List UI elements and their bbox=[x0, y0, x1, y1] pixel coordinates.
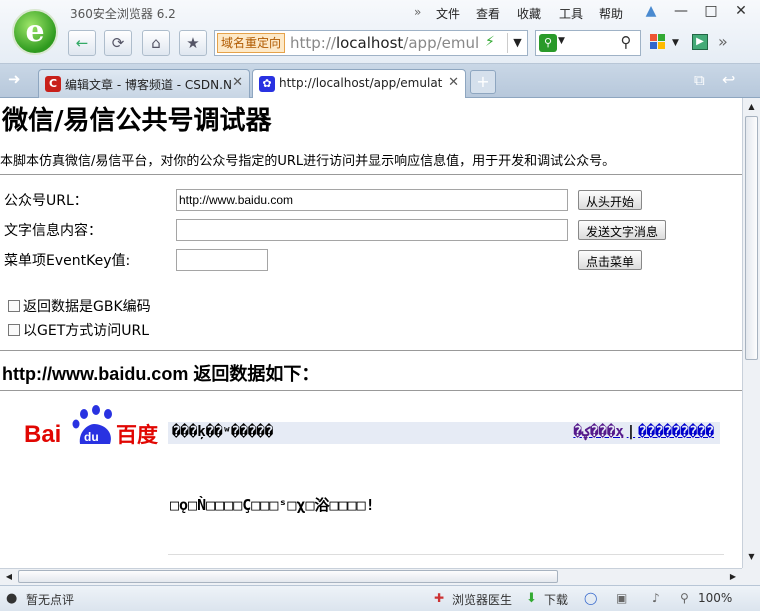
click-menu-button[interactable]: 点击菜单 bbox=[578, 250, 643, 270]
zoom-level[interactable]: 100% bbox=[698, 591, 732, 605]
redirect-badge[interactable]: 域名重定向 bbox=[217, 33, 286, 53]
tab-close-icon[interactable]: ✕ bbox=[232, 75, 243, 90]
garbled-body-text: □ǫ□Ǹ□□□□Ç□□□ˢ□χ□浴□□□□! bbox=[170, 496, 375, 514]
tab-localhost[interactable]: ✿ http://localhost/app/emulat ✕ bbox=[252, 69, 466, 98]
sidebar-toggle-icon[interactable]: ➜ bbox=[8, 70, 21, 88]
result-title: http://www.baidu.com 返回数据如下： bbox=[2, 364, 320, 384]
tab-label: http://localhost/app/emulat bbox=[279, 76, 443, 90]
horizontal-scrollbar[interactable]: ◀ ▶ bbox=[0, 568, 742, 585]
menu-help[interactable]: 帮助 bbox=[599, 5, 623, 22]
garbled-link-2[interactable]: ��������� bbox=[638, 424, 714, 440]
horizontal-scroll-thumb[interactable] bbox=[18, 570, 558, 583]
app-title: 360安全浏览器 6.2 bbox=[70, 7, 176, 21]
refresh-button[interactable]: ⟳ bbox=[104, 30, 132, 56]
scrollbar-corner bbox=[742, 568, 760, 585]
scroll-left-icon[interactable]: ◀ bbox=[2, 570, 16, 584]
zoom-icon[interactable]: ⚲ bbox=[680, 591, 689, 605]
download-icon[interactable]: ⬇ bbox=[526, 591, 537, 606]
baidu-logo[interactable]: Bai du 百度 bbox=[24, 404, 162, 448]
gbk-checkbox[interactable]: 返回数据是GBK编码 bbox=[8, 296, 151, 316]
page-title: 微信/易信公共号调试器 bbox=[2, 106, 272, 136]
text-message-input[interactable] bbox=[176, 219, 568, 241]
svg-text:Bai: Bai bbox=[24, 421, 61, 448]
undo-close-tab-icon[interactable]: ↩ bbox=[722, 70, 735, 89]
send-text-button[interactable]: 发送文字消息 bbox=[578, 220, 667, 240]
menu-tools[interactable]: 工具 bbox=[559, 5, 583, 22]
window-icon[interactable]: ▣ bbox=[616, 591, 627, 605]
new-tab-button[interactable]: + bbox=[470, 70, 496, 94]
link-separator: | bbox=[626, 424, 636, 440]
volume-icon[interactable]: ♪ bbox=[652, 591, 660, 605]
toolbar-more-icon[interactable]: » bbox=[718, 32, 728, 51]
url-input[interactable] bbox=[176, 189, 568, 211]
comment-status[interactable]: 暂无点评 bbox=[26, 591, 74, 608]
search-engine-dropdown-icon[interactable]: ▼ bbox=[558, 36, 565, 46]
eventkey-label: 菜单项EventKey值: bbox=[4, 253, 131, 269]
csdn-favicon-icon: C bbox=[45, 76, 61, 92]
comment-icon[interactable]: ● bbox=[6, 591, 17, 606]
back-button[interactable]: ← bbox=[68, 30, 96, 56]
scroll-down-icon[interactable]: ▼ bbox=[745, 550, 758, 564]
get-checkbox[interactable]: 以GET方式访问URL bbox=[8, 320, 149, 340]
page-description: 本脚本仿真微信/易信平台，对你的公众号指定的URL进行访问并显示响应信息值，用于… bbox=[0, 154, 616, 169]
scroll-up-icon[interactable]: ▲ bbox=[745, 100, 758, 114]
url-text[interactable]: http://localhost/app/emul bbox=[290, 34, 479, 52]
address-bar[interactable]: 域名重定向 http://localhost/app/emul ⚡ ▼ bbox=[214, 30, 528, 56]
vertical-scroll-thumb[interactable] bbox=[745, 116, 758, 360]
get-checkbox-label: 以GET方式访问URL bbox=[23, 323, 150, 339]
menu-more-icon[interactable]: » bbox=[414, 5, 421, 19]
close-button[interactable]: ✕ bbox=[726, 0, 756, 22]
svg-text:du: du bbox=[84, 430, 99, 444]
tab-list-icon[interactable]: ⧉ bbox=[694, 71, 705, 89]
gbk-checkbox-label: 返回数据是GBK编码 bbox=[23, 299, 151, 315]
favorite-star-button[interactable]: ★ bbox=[179, 30, 207, 56]
media-play-icon[interactable]: ▶ bbox=[692, 34, 708, 50]
tab-close-icon[interactable]: ✕ bbox=[448, 75, 459, 90]
vertical-scrollbar[interactable]: ▲ ▼ bbox=[742, 98, 760, 568]
eventkey-input[interactable] bbox=[176, 249, 268, 271]
browser-titlebar: e 360安全浏览器 6.2 » 文件 查看 收藏 工具 帮助 ▲ — □ ✕ … bbox=[0, 0, 760, 64]
baidu-top-bar: ���ķ��ʷ����� �ؼ���ҳ | ��������� bbox=[168, 422, 720, 444]
tab-bar: ➜ C 编辑文章 - 博客频道 - CSDN.N ✕ ✿ http://loca… bbox=[0, 64, 760, 98]
download-label[interactable]: 下载 bbox=[544, 591, 568, 608]
garbled-title-text: ���ķ��ʷ����� bbox=[172, 424, 274, 440]
menu-favorites[interactable]: 收藏 bbox=[517, 5, 541, 22]
dropdown-chevron-icon[interactable]: ▼ bbox=[507, 33, 527, 53]
garbled-link-1[interactable]: �ؼ���ҳ bbox=[573, 424, 623, 440]
divider bbox=[0, 350, 742, 351]
tab-label: 编辑文章 - 博客频道 - CSDN.N bbox=[65, 78, 232, 92]
url-label: 公众号URL： bbox=[4, 193, 88, 209]
tab-csdn[interactable]: C 编辑文章 - 博客频道 - CSDN.N ✕ bbox=[38, 69, 250, 98]
svg-text:百度: 百度 bbox=[116, 423, 158, 447]
baidu-paw-favicon-icon: ✿ bbox=[259, 76, 275, 92]
garbled-links: �ؼ���ҳ | ��������� bbox=[573, 424, 714, 440]
page-viewport: 微信/易信公共号调试器 本脚本仿真微信/易信平台，对你的公众号指定的URL进行访… bbox=[0, 98, 742, 568]
search-engine-icon[interactable]: ⚲ bbox=[539, 34, 557, 52]
skin-icon[interactable]: ▲ bbox=[638, 0, 664, 22]
text-label: 文字信息内容： bbox=[4, 223, 102, 239]
menu-view[interactable]: 查看 bbox=[476, 5, 500, 22]
checkbox-box[interactable] bbox=[8, 300, 20, 312]
apps-dropdown-icon[interactable]: ▼ bbox=[672, 38, 679, 48]
scroll-right-icon[interactable]: ▶ bbox=[726, 570, 740, 584]
ie-icon[interactable]: ◯ bbox=[584, 591, 597, 605]
home-button[interactable]: ⌂ bbox=[142, 30, 170, 56]
search-button[interactable]: ⚲ bbox=[612, 30, 640, 56]
doctor-icon[interactable]: ✚ bbox=[434, 591, 444, 605]
menu-file[interactable]: 文件 bbox=[436, 5, 460, 22]
browser-doctor[interactable]: 浏览器医生 bbox=[452, 591, 512, 608]
divider bbox=[0, 174, 742, 175]
browser-logo-icon: e bbox=[12, 9, 58, 55]
maximize-button[interactable]: □ bbox=[696, 0, 726, 22]
divider bbox=[168, 554, 724, 555]
checkbox-box[interactable] bbox=[8, 324, 20, 336]
restart-button[interactable]: 从头开始 bbox=[578, 190, 643, 210]
lightning-icon[interactable]: ⚡ bbox=[485, 34, 495, 50]
divider bbox=[0, 390, 742, 391]
apps-grid-icon[interactable] bbox=[650, 34, 666, 50]
minimize-button[interactable]: — bbox=[666, 0, 696, 22]
status-bar: ● 暂无点评 ✚ 浏览器医生 ⬇ 下载 ◯ ▣ ♪ ⚲ 100% bbox=[0, 585, 760, 611]
